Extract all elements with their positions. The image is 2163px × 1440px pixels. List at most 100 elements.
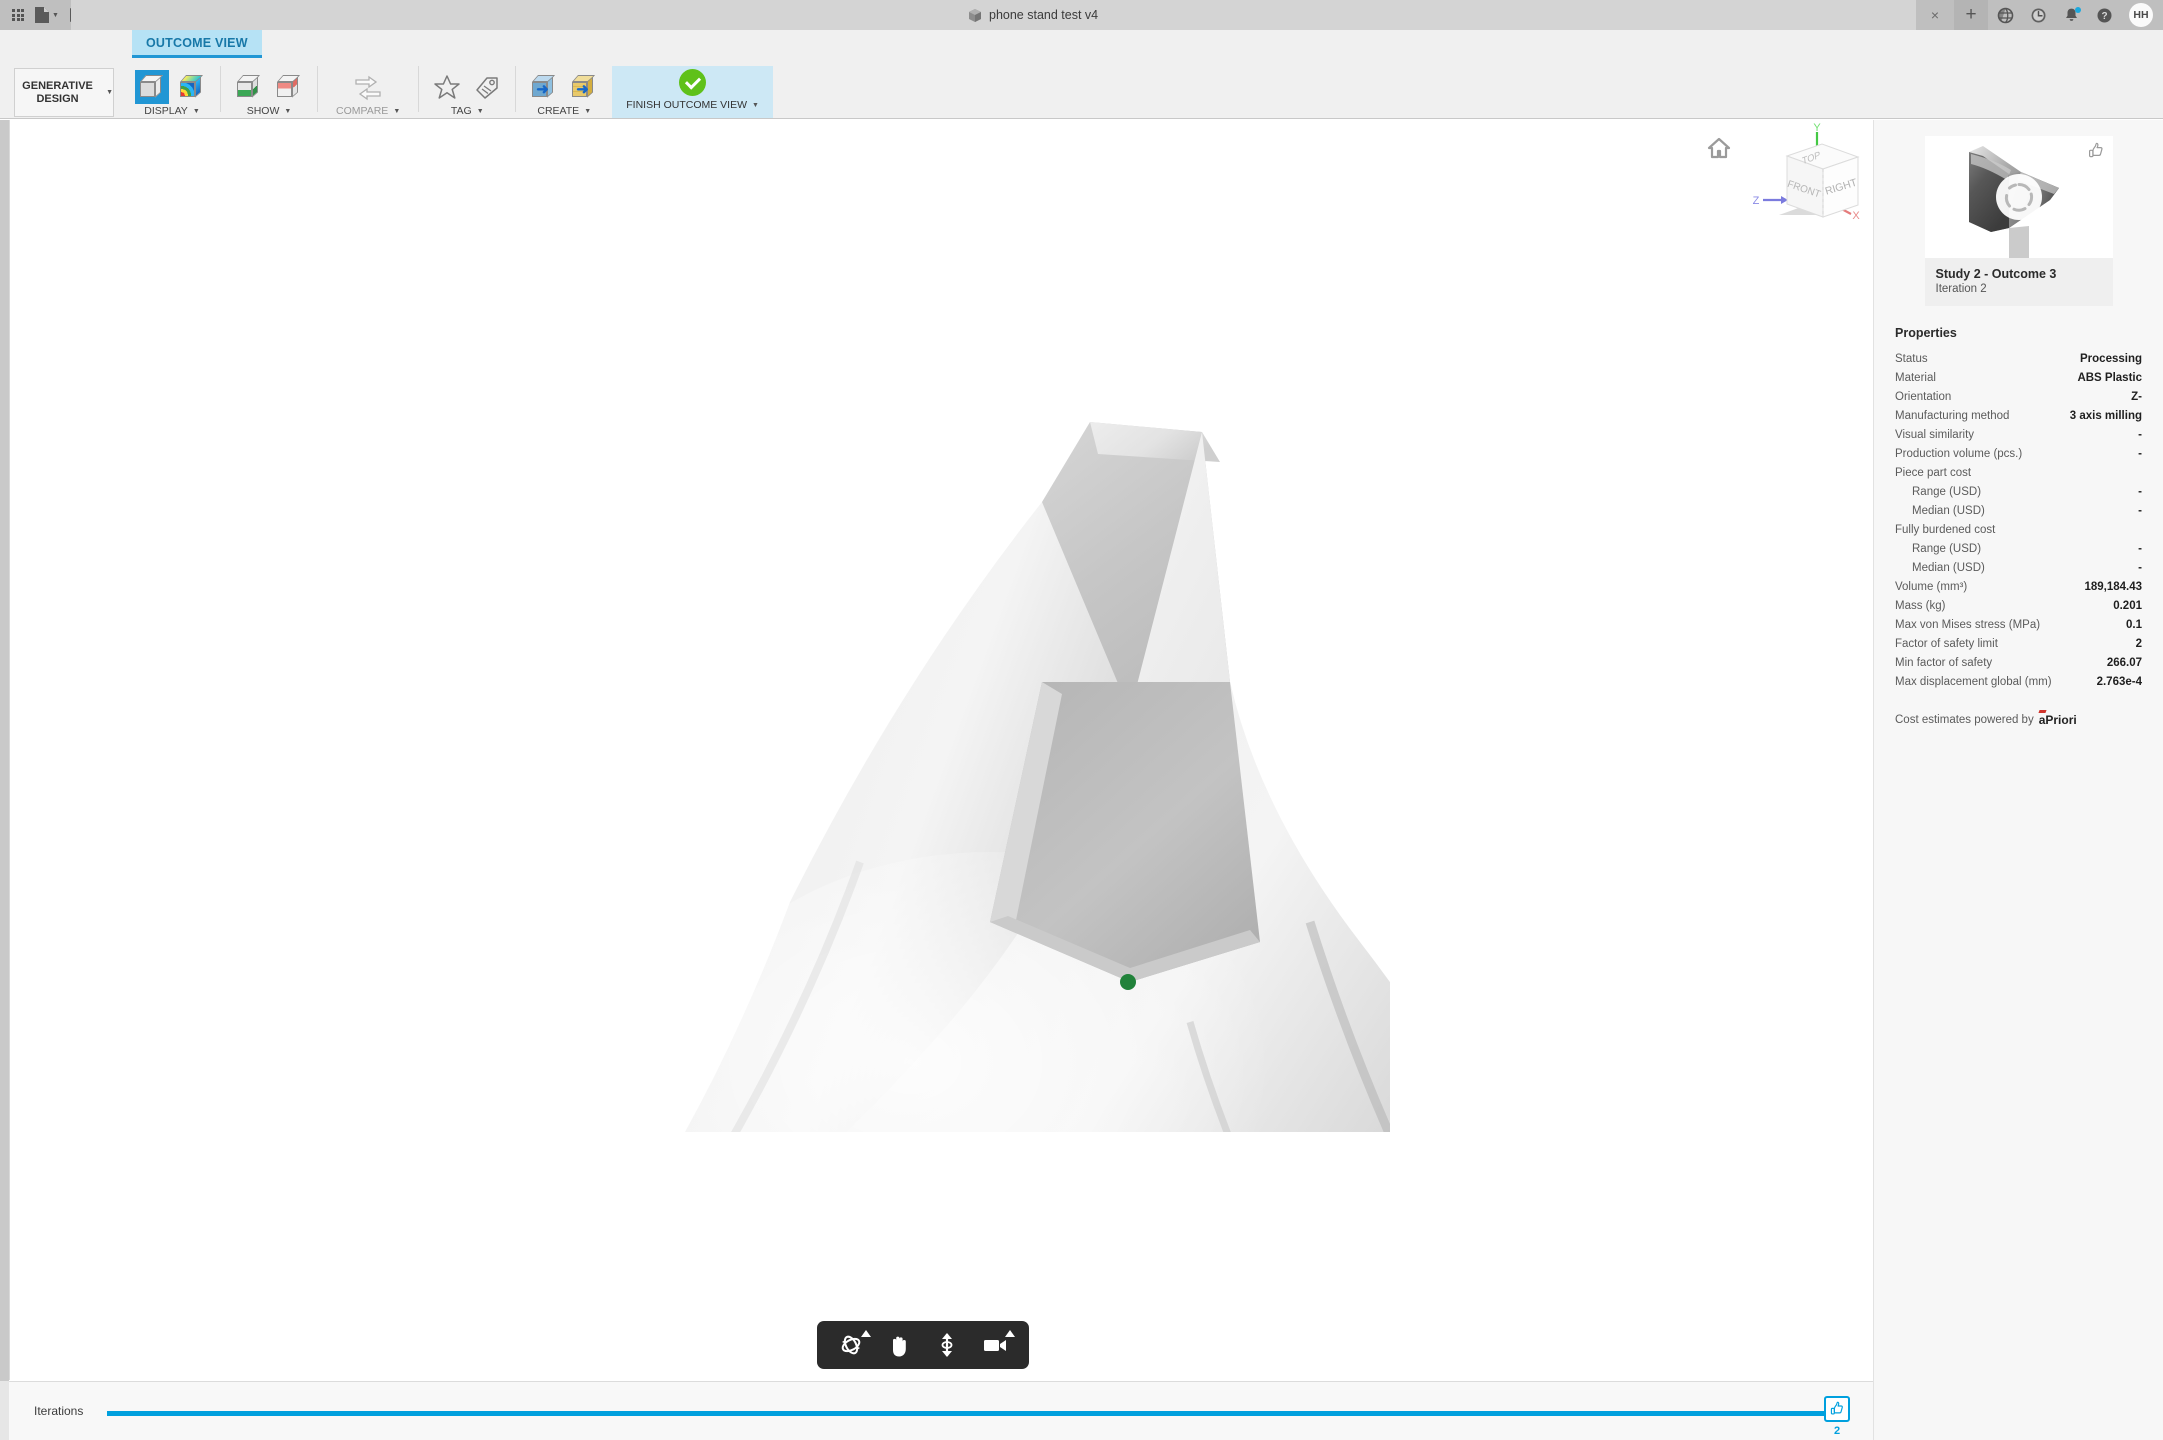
property-label: Max displacement global (mm) [1895,675,2052,688]
property-label: Manufacturing method [1895,409,2010,422]
clock-glyph [2031,8,2046,22]
star-tag-button[interactable] [430,70,464,104]
chevron-down-icon: ▼ [584,107,592,115]
home-view-icon[interactable] [1706,136,1732,160]
display-label-text: DISPLAY [144,105,188,117]
property-label: Median (USD) [1912,561,1985,574]
property-row: Factor of safety limit 2 [1894,634,2143,653]
create-mesh-from-outcome-button[interactable]: ➜ [567,70,601,104]
chevron-down-icon: ▼ [476,107,484,115]
green-check-icon [679,69,707,96]
iteration-marker[interactable]: 2 [1824,1396,1850,1437]
property-value: - [2138,428,2142,441]
tag-panel-label[interactable]: TAG ▼ [451,105,484,117]
property-row: Fully burdened cost [1894,520,2143,539]
compare-panel-label[interactable]: COMPARE ▼ [336,105,400,117]
spinner-glyph [2004,183,2033,212]
thumbs-up-icon[interactable] [1824,1396,1850,1422]
property-row: Material ABS Plastic [1894,368,2143,387]
iterations-progress-track[interactable] [107,1411,1847,1416]
finish-outcome-view-label: FINISH OUTCOME VIEW ▼ [626,99,759,111]
property-label: Production volume (pcs.) [1895,447,2023,460]
cost-estimate-credit: Cost estimates powered by aPriori [1894,713,2143,727]
notifications-bell-icon[interactable] [2063,6,2081,24]
chevron-down-icon: ▼ [106,89,113,96]
grid-apps-icon[interactable] [8,2,28,28]
iterations-timeline[interactable]: Iterations 2 [9,1381,1873,1440]
zoom-tool-button[interactable] [925,1325,969,1365]
new-document-glyph [35,7,49,23]
outcome-properties-panel: Study 2 - Outcome 3 Iteration 2 Properti… [1873,120,2163,1440]
label-tag-button[interactable] [470,70,504,104]
property-label: Status [1895,352,1928,365]
outcome-iteration: Iteration 2 [1935,283,1987,295]
document-tab[interactable]: phone stand test v4 [950,0,1117,30]
finish-outcome-view-button[interactable]: FINISH OUTCOME VIEW ▼ [612,66,773,118]
help-icon[interactable]: ? [2096,7,2113,24]
property-row: Median (USD) - [1894,558,2143,577]
ribbon-panel-create: ➜ ➜ CREATE ▼ [520,66,608,117]
viewport-canvas[interactable]: Y Z X TOP FRONT RIGHT [9,120,1873,1380]
panel-divider [220,66,221,112]
ribbon-panel-compare: COMPARE ▼ [322,66,414,117]
arrow-right-icon: ➜ [576,81,589,98]
property-value: - [2138,485,2142,498]
left-edge-rail [0,120,9,1440]
compare-label-text: COMPARE [336,105,389,117]
globe-glyph [1997,7,2014,23]
display-panel-label[interactable]: DISPLAY ▼ [144,105,200,117]
show-panel-label[interactable]: SHOW ▼ [247,105,292,117]
properties-list: Status Processing Material ABS Plastic Orien… [1894,349,2143,691]
thumbs-up-glyph [1830,1401,1843,1415]
new-document-icon[interactable]: ▼ [30,2,63,28]
stress-color-display-button[interactable] [175,70,209,104]
outcome-card[interactable]: Study 2 - Outcome 3 Iteration 2 [1924,136,2113,306]
create-panel-label[interactable]: CREATE ▼ [537,105,591,117]
property-value: 2 [2135,637,2142,650]
new-tab-button[interactable]: + [1954,0,1988,30]
workspace-selector-generative-design[interactable]: GENERATIVE DESIGN ▼ [14,68,114,117]
label-tag-icon [476,76,498,99]
globe-icon[interactable] [1997,7,2014,24]
tab-outcome-view[interactable]: OUTCOME VIEW [132,30,262,58]
clock-icon[interactable] [2030,7,2047,24]
svg-text:?: ? [2101,11,2107,22]
display-settings-button[interactable] [973,1325,1017,1365]
star-icon [434,74,460,99]
close-tab-button[interactable]: × [1928,8,1942,22]
property-label: Mass (kg) [1895,599,1946,612]
title-bar-right-icons: ? HH [1997,0,2153,30]
show-obstacle-geometry-button[interactable] [272,70,306,104]
property-label: Median (USD) [1912,504,1985,517]
dropdown-triangle-icon[interactable] [861,1330,871,1337]
dropdown-triangle-icon[interactable] [1005,1330,1015,1337]
outcome-thumbnail[interactable] [1924,136,2113,258]
iterations-label: Iterations [34,1404,84,1418]
show-preserve-geometry-button[interactable] [232,70,266,104]
generative-design-model[interactable] [430,382,1532,1380]
property-value: 0.1 [2126,618,2142,631]
property-row: Mass (kg) 0.201 [1894,596,2143,615]
property-value: Z- [2131,390,2142,403]
workspace-label: GENERATIVE DESIGN [22,79,93,105]
x-axis-label: X [1852,210,1860,222]
notification-badge [2075,6,2081,13]
property-value: - [2138,504,2142,517]
thumbs-up-icon[interactable] [2088,142,2105,165]
orbit-tool-button[interactable] [829,1325,873,1365]
chevron-down-icon: ▼ [393,107,401,115]
outcome-title: Study 2 - Outcome 3 [1935,267,2057,281]
property-row: Median (USD) - [1894,501,2143,520]
show-label-text: SHOW [246,105,280,117]
create-design-from-outcome-button[interactable]: ➜ [527,70,561,104]
view-cube[interactable]: Y Z X TOP FRONT RIGHT [1737,122,1862,232]
ribbon-toolbar: OUTCOME VIEW GENERATIVE DESIGN ▼ DISPLAY… [0,30,2163,119]
avatar[interactable]: HH [2129,3,2153,27]
property-label: Piece part cost [1895,466,1972,479]
finish-label-text: FINISH OUTCOME VIEW [626,99,747,111]
pan-tool-button[interactable] [877,1325,921,1365]
compare-outcomes-button[interactable] [351,70,385,104]
selection-point-marker [1120,974,1136,990]
ribbon-panel-tag: TAG ▼ [423,66,511,117]
shaded-display-button[interactable] [135,70,169,104]
